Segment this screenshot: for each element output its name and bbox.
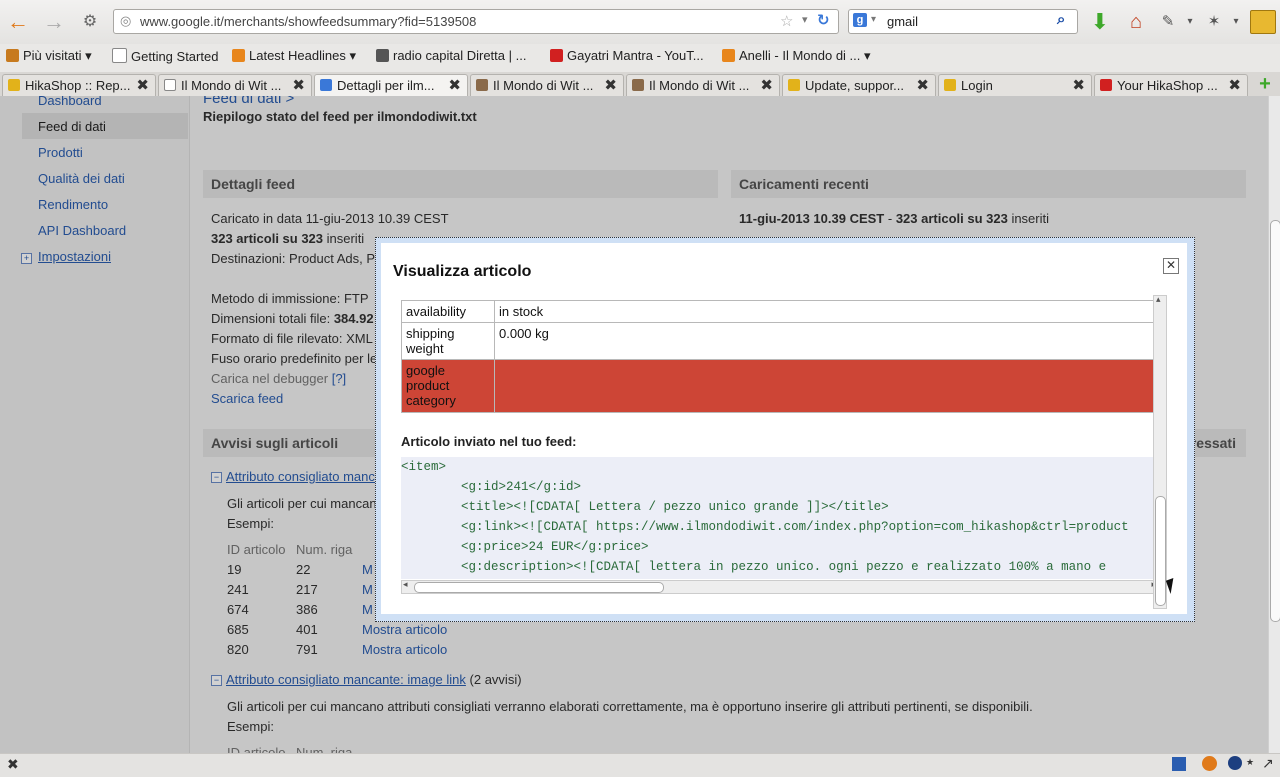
close-tab-icon[interactable]: ✖ xyxy=(292,76,305,94)
address-bar[interactable]: ◎ www.google.it/merchants/showfeedsummar… xyxy=(113,9,839,34)
gmail-icon xyxy=(1100,79,1112,91)
forward-arrow-icon[interactable]: → xyxy=(40,8,68,36)
download-icon[interactable]: ⬇ xyxy=(1086,8,1114,36)
search-box[interactable]: g ▾ gmail ⌕ xyxy=(848,9,1078,34)
bookmark-item[interactable]: Anelli - Il Mondo di ... ▾ xyxy=(722,48,871,64)
rss-icon xyxy=(722,49,735,62)
search-icon[interactable] xyxy=(1228,756,1242,770)
code-line: <g:price>24 EUR</g:price> xyxy=(401,540,649,554)
tab-active[interactable]: Dettagli per ilm... ✖ xyxy=(314,74,468,96)
close-icon[interactable]: ✕ xyxy=(1163,258,1179,274)
reload-icon[interactable]: ↻ xyxy=(817,11,830,29)
back-arrow-icon[interactable]: ← xyxy=(4,8,32,36)
attr-key: google product category xyxy=(401,359,495,413)
tab[interactable]: Your HikaShop ... ✖ xyxy=(1094,74,1248,96)
search-input[interactable]: gmail xyxy=(887,14,918,29)
close-tab-icon[interactable]: ✖ xyxy=(136,76,149,94)
gear-icon xyxy=(6,49,19,62)
code-line: <g:description><![CDATA[ lettera in pezz… xyxy=(401,560,1107,574)
url-text: www.google.it/merchants/showfeedsummary?… xyxy=(140,14,477,29)
search-icon[interactable]: ⌕ xyxy=(1057,11,1065,28)
bookmark-item[interactable]: Gayatri Mantra - YouT... xyxy=(550,48,704,63)
feed-xml-code: <item> <g:id>241</g:id> <title><![CDATA[… xyxy=(401,457,1157,579)
view-item-dialog: Visualizza articolo ✕ availability in st… xyxy=(375,237,1195,622)
code-horizontal-scrollbar[interactable]: ◂ ▸ xyxy=(401,579,1159,594)
star-icon[interactable]: ☆ xyxy=(780,12,793,30)
youtube-icon xyxy=(550,49,563,62)
code-line: <title><![CDATA[ Lettera / pezzo unico g… xyxy=(401,500,889,514)
code-line: <g:id>241</g:id> xyxy=(401,480,582,494)
witch-icon xyxy=(476,79,488,91)
close-tab-icon[interactable]: ✖ xyxy=(1072,76,1085,94)
page-scrollbar[interactable] xyxy=(1268,96,1280,753)
tab[interactable]: Il Mondo di Wit ... ✖ xyxy=(626,74,780,96)
bookmark-item[interactable]: Più visitati ▾ xyxy=(6,48,92,64)
code-line: <g:link><![CDATA[ https://www.ilmondodiw… xyxy=(401,520,1129,534)
close-tab-icon[interactable]: ✖ xyxy=(916,76,929,94)
witch-icon xyxy=(632,79,644,91)
chevron-down-icon[interactable]: ▾ xyxy=(802,13,808,26)
attributes-table: availability in stock shipping weight 0.… xyxy=(401,300,1158,413)
page-scrollbar-thumb[interactable] xyxy=(1270,220,1280,622)
dialog-scroll-area[interactable]: availability in stock shipping weight 0.… xyxy=(400,295,1169,607)
horizontal-scrollbar-thumb[interactable] xyxy=(414,582,664,593)
scroll-left-icon[interactable]: ◂ xyxy=(403,579,408,590)
hikashop-icon xyxy=(788,79,800,91)
attr-value: 0.000 kg xyxy=(494,322,1158,360)
tab[interactable]: Update, suppor... ✖ xyxy=(782,74,936,96)
tab[interactable]: Il Mondo di Wit ... ✖ xyxy=(470,74,624,96)
tab[interactable]: HikaShop :: Rep... ✖ xyxy=(2,74,156,96)
tab[interactable]: Login ✖ xyxy=(938,74,1092,96)
google-icon[interactable]: g xyxy=(853,13,867,27)
hikashop-icon xyxy=(8,79,20,91)
addon-label-icon: ★ xyxy=(1246,757,1255,767)
tab[interactable]: Il Mondo di Wit ... ✖ xyxy=(158,74,312,96)
firefox-icon[interactable] xyxy=(1202,756,1217,771)
globe-icon: ◎ xyxy=(120,13,132,28)
hikashop-icon xyxy=(944,79,956,91)
bookmark-item[interactable]: Getting Started xyxy=(112,48,218,64)
attr-key: shipping weight xyxy=(401,322,495,360)
table-row-error: google product category xyxy=(401,359,1158,413)
radio-icon xyxy=(376,49,389,62)
table-row: shipping weight 0.000 kg xyxy=(401,322,1158,360)
dialog-vertical-scrollbar[interactable]: ▴ xyxy=(1153,294,1167,609)
attr-value xyxy=(494,359,1158,413)
chevron-down-icon[interactable]: ▾ xyxy=(871,14,876,25)
vertical-scrollbar-thumb[interactable] xyxy=(1155,496,1166,606)
tools-icon[interactable]: ⚙ xyxy=(76,8,104,36)
status-bar: ✖ ★ ↗ xyxy=(0,753,1280,777)
attr-key: availability xyxy=(401,300,495,323)
code-line: <item> xyxy=(401,460,447,474)
chevron-down-icon[interactable]: ▾ xyxy=(1222,8,1250,36)
page-icon xyxy=(164,79,176,91)
rss-icon xyxy=(232,49,245,62)
sent-item-label: Articolo inviato nel tuo feed: xyxy=(401,434,577,449)
attr-value: in stock xyxy=(494,300,1158,323)
addon-icon[interactable] xyxy=(1172,757,1186,771)
close-tab-icon[interactable]: ✖ xyxy=(448,76,461,94)
close-icon[interactable]: ✖ xyxy=(7,756,19,773)
new-tab-icon[interactable]: + xyxy=(1254,74,1276,95)
bookmark-item[interactable]: Latest Headlines ▾ xyxy=(232,48,356,64)
browser-toolbar: ← → ⚙ ◎ www.google.it/merchants/showfeed… xyxy=(0,0,1280,45)
scroll-up-icon[interactable]: ▴ xyxy=(1156,294,1161,305)
page-icon xyxy=(112,48,127,63)
home-icon[interactable]: ⌂ xyxy=(1122,8,1150,36)
close-tab-icon[interactable]: ✖ xyxy=(604,76,617,94)
close-tab-icon[interactable]: ✖ xyxy=(1228,76,1241,94)
google-icon xyxy=(320,79,332,91)
bookmark-item[interactable]: radio capital Diretta | ... xyxy=(376,48,526,63)
pin-icon[interactable]: ↗ xyxy=(1262,755,1274,772)
dialog-title: Visualizza articolo xyxy=(393,263,532,280)
close-tab-icon[interactable]: ✖ xyxy=(760,76,773,94)
table-row: availability in stock xyxy=(401,300,1158,323)
menu-icon[interactable] xyxy=(1250,10,1276,34)
dialog-body: Visualizza articolo ✕ availability in st… xyxy=(381,243,1187,614)
